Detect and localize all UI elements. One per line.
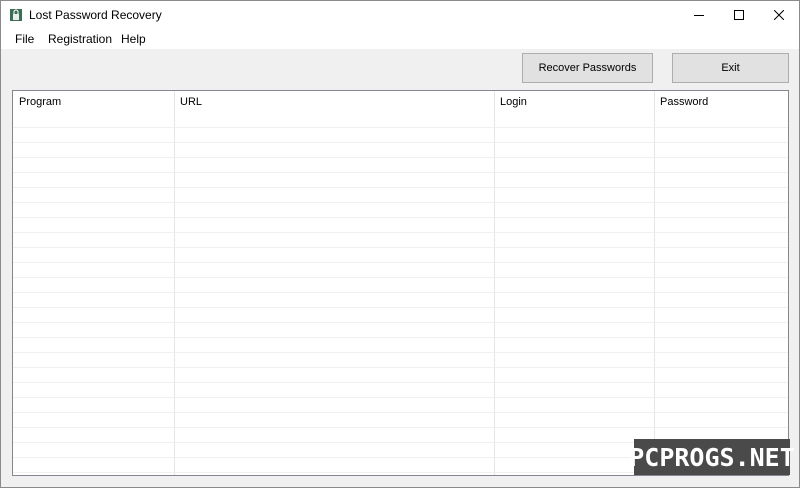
column-header-password[interactable]: Password xyxy=(654,91,788,113)
row-gridline xyxy=(13,367,788,368)
close-icon xyxy=(774,10,784,20)
column-header-login[interactable]: Login xyxy=(494,91,654,113)
close-button[interactable] xyxy=(759,1,799,29)
row-gridline xyxy=(13,397,788,398)
menu-help[interactable]: Help xyxy=(121,32,146,46)
column-divider[interactable] xyxy=(174,91,175,475)
row-gridline xyxy=(13,142,788,143)
row-gridline xyxy=(13,247,788,248)
column-header-url[interactable]: URL xyxy=(174,91,494,113)
results-table[interactable]: Program URL Login Password xyxy=(12,90,789,476)
row-gridline xyxy=(13,427,788,428)
exit-button[interactable]: Exit xyxy=(672,53,789,83)
window-title: Lost Password Recovery xyxy=(29,8,162,22)
minimize-icon xyxy=(694,10,704,20)
row-gridline xyxy=(13,217,788,218)
table-header: Program URL Login Password xyxy=(13,91,788,113)
menu-file[interactable]: File xyxy=(15,32,34,46)
row-gridline xyxy=(13,262,788,263)
row-gridline xyxy=(13,382,788,383)
row-gridline xyxy=(13,157,788,158)
menu-bar: File Registration Help xyxy=(1,29,799,49)
toolbar: Recover Passwords Exit xyxy=(1,49,799,91)
maximize-icon xyxy=(734,10,744,20)
column-divider[interactable] xyxy=(654,91,655,475)
row-gridline xyxy=(13,352,788,353)
column-header-program[interactable]: Program xyxy=(13,91,174,113)
row-gridline xyxy=(13,307,788,308)
row-gridline xyxy=(13,202,788,203)
row-gridline xyxy=(13,322,788,323)
lock-app-icon xyxy=(9,8,23,22)
app-window: Lost Password Recovery File Registration… xyxy=(0,0,800,488)
menu-registration[interactable]: Registration xyxy=(48,32,112,46)
row-gridline xyxy=(13,232,788,233)
watermark-logo: PCPROGS.NET xyxy=(629,439,795,475)
recover-passwords-button[interactable]: Recover Passwords xyxy=(522,53,653,83)
row-gridline xyxy=(13,127,788,128)
row-gridline xyxy=(13,187,788,188)
row-gridline xyxy=(13,172,788,173)
row-gridline xyxy=(13,277,788,278)
maximize-button[interactable] xyxy=(719,1,759,29)
minimize-button[interactable] xyxy=(679,1,719,29)
column-divider[interactable] xyxy=(494,91,495,475)
title-bar[interactable]: Lost Password Recovery xyxy=(1,1,799,29)
row-gridline xyxy=(13,337,788,338)
row-gridline xyxy=(13,292,788,293)
row-gridline xyxy=(13,412,788,413)
